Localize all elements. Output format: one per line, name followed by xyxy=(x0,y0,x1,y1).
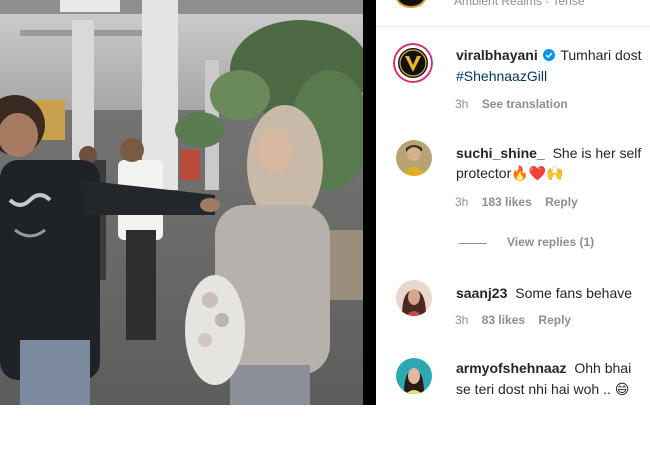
video-letterbox xyxy=(363,0,376,405)
see-translation-button[interactable]: See translation xyxy=(482,97,568,111)
comment-emojis: 😄 xyxy=(614,381,630,397)
comment-likes[interactable]: 83 likes xyxy=(482,313,525,327)
comment-username[interactable]: saanj23 xyxy=(456,285,507,301)
viralbhayani-avatar[interactable] xyxy=(393,43,433,83)
screenshot-frame: Ambient Realms · Tense viralbhayani Tumh… xyxy=(0,0,650,405)
view-replies-button[interactable]: View replies (1) xyxy=(459,232,649,254)
replies-divider xyxy=(459,243,487,244)
post-video[interactable] xyxy=(0,0,376,405)
saanj-avatar[interactable] xyxy=(396,280,432,316)
reply-button[interactable]: Reply xyxy=(545,195,578,209)
comment-body: She is her self xyxy=(552,145,642,161)
caption-hashtag-line: #ShehnaazGill xyxy=(456,66,650,86)
comment-username[interactable]: suchi_shine_ xyxy=(456,145,545,161)
caption-text: viralbhayani Tumhari dost xyxy=(456,45,650,65)
comments-panel: Ambient Realms · Tense viralbhayani Tumh… xyxy=(376,0,650,405)
comment-body: Ohh bhai xyxy=(574,360,632,376)
caption-body: Tumhari dost xyxy=(560,47,642,63)
suchi-avatar-image xyxy=(396,140,432,176)
caption-username[interactable]: viralbhayani xyxy=(456,47,538,63)
video-frame-image xyxy=(0,0,376,405)
reply-button[interactable]: Reply xyxy=(538,313,571,327)
comment-armyofshehnaaz-line1: armyofshehnaaz Ohh bhai xyxy=(456,358,650,378)
comment-body: Some fans behave xyxy=(515,285,633,301)
suchi-avatar[interactable] xyxy=(396,140,432,176)
previous-header-cutoff: Ambient Realms · Tense xyxy=(376,0,650,27)
comment-body-line2: protector xyxy=(456,165,512,181)
comment-body-line2: se teri dost nhi hai woh .. xyxy=(456,381,611,397)
comment-saanj-line1: saanj23 Some fans behave xyxy=(456,283,650,303)
viralbhayani-logo-icon xyxy=(393,43,433,83)
comment-suchi-meta: 3h 183 likes Reply xyxy=(455,195,588,209)
caption-time: 3h xyxy=(455,97,469,111)
armyofshehnaaz-avatar[interactable] xyxy=(396,358,432,394)
view-replies-label: View replies (1) xyxy=(507,235,595,249)
verified-badge-icon xyxy=(542,49,555,61)
previous-audio-label: Ambient Realms · Tense xyxy=(454,0,585,8)
hashtag-link[interactable]: #ShehnaazGill xyxy=(456,68,547,84)
previous-avatar xyxy=(394,0,428,8)
comment-suchi-line2: protector🔥❤️🙌 xyxy=(456,163,650,183)
comment-likes[interactable]: 183 likes xyxy=(482,195,532,209)
comment-emojis: 🔥❤️🙌 xyxy=(511,165,564,181)
comment-username[interactable]: armyofshehnaaz xyxy=(456,360,566,376)
armyofshehnaaz-avatar-image xyxy=(396,358,432,394)
comment-saanj-meta: 3h 83 likes Reply xyxy=(455,313,581,327)
comment-time: 3h xyxy=(455,195,469,209)
saanj-avatar-image xyxy=(396,280,432,316)
comment-armyofshehnaaz-line2: se teri dost nhi hai woh .. 😄 xyxy=(456,379,650,399)
comment-suchi-line1: suchi_shine_ She is her self xyxy=(456,143,650,163)
caption-meta: 3h See translation xyxy=(455,97,578,111)
comment-time: 3h xyxy=(455,313,469,327)
